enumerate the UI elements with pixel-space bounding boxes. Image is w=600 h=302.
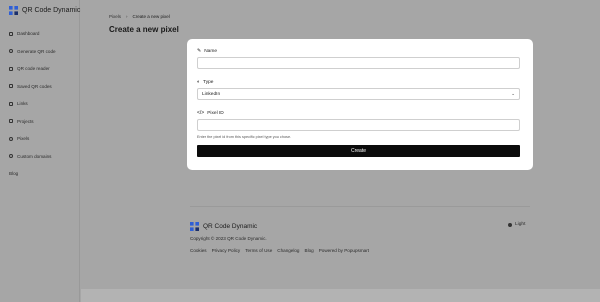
qrcode-icon <box>9 84 13 89</box>
footer-link-terms-of-use[interactable]: Terms of Use <box>245 248 272 253</box>
brand[interactable]: QR Code Dynamic <box>9 6 80 15</box>
theme-toggle[interactable]: Light <box>508 222 525 227</box>
type-selected-value: LinkedIn <box>202 91 221 97</box>
breadcrumb-parent[interactable]: Pixels <box>109 14 121 19</box>
footer-brand[interactable]: QR Code Dynamic <box>190 222 257 231</box>
copyright: Copyright © 2023 QR Code Dynamic. <box>190 236 267 241</box>
name-input[interactable] <box>197 57 520 69</box>
sidebar: QR Code Dynamic Dashboard Generate QR co… <box>0 0 80 302</box>
sidebar-item-generate-qr-code[interactable]: Generate QR code <box>0 43 80 61</box>
globe-icon <box>9 154 13 159</box>
sidebar-item-saved-qr-codes[interactable]: Saved QR codes <box>0 78 80 96</box>
settings-icon <box>9 49 13 54</box>
sidebar-item-label: Blog <box>9 171 19 177</box>
sidebar-item-label: Links <box>17 101 28 107</box>
page-bottom <box>81 289 600 302</box>
sidebar-item-dashboard[interactable]: Dashboard <box>0 25 80 43</box>
chevron-down-icon: ⌄ <box>511 91 515 96</box>
projects-icon <box>9 119 13 124</box>
pixel-id-label: </> Pixel ID <box>197 110 520 116</box>
sidebar-item-pixels[interactable]: Pixels <box>0 130 80 148</box>
pixel-id-help-text: Enter the pixel id from this specific pi… <box>197 135 292 139</box>
create-pixel-card: ✎ Name ◐ Type LinkedIn ⌄ </> Pixel ID Enter … <box>187 39 533 170</box>
footer-link-blog[interactable]: Blog <box>305 248 314 253</box>
sidebar-item-label: Dashboard <box>17 31 40 37</box>
pixel-id-label-text: Pixel ID <box>207 110 224 116</box>
sidebar-item-links[interactable]: Links <box>0 95 80 113</box>
scan-icon <box>9 66 13 71</box>
sidebar-item-label: Generate QR code <box>17 48 56 54</box>
signature-icon: ✎ <box>197 47 202 54</box>
breadcrumb-separator: › <box>126 14 128 19</box>
footer-link-changelog[interactable]: Changelog <box>277 248 299 253</box>
sidebar-item-label: Projects <box>17 118 34 124</box>
type-label: ◐ Type <box>197 79 520 85</box>
footer-link-powered-by[interactable]: Powered by Popupsmart <box>319 248 369 253</box>
sidebar-item-qr-code-reader[interactable]: QR code reader <box>0 60 80 78</box>
adjust-icon: ◐ <box>197 78 201 85</box>
type-label-text: Type <box>203 79 214 85</box>
footer-link-cookies[interactable]: Cookies <box>190 248 207 253</box>
pixel-id-input[interactable] <box>197 119 520 131</box>
breadcrumb: Pixels › Create a new pixel <box>109 14 170 19</box>
name-label-text: Name <box>204 48 217 54</box>
footer-divider <box>190 206 530 207</box>
create-button[interactable]: Create <box>197 145 520 157</box>
sun-icon <box>508 222 512 227</box>
pixel-icon <box>9 136 13 141</box>
name-label: ✎ Name <box>197 48 520 54</box>
sidebar-item-label: Saved QR codes <box>17 83 52 89</box>
footer-links: Cookies Privacy Policy Terms of Use Chan… <box>190 248 369 253</box>
create-pixel-form: ✎ Name ◐ Type LinkedIn ⌄ </> Pixel ID Enter … <box>197 48 520 157</box>
brand-name: QR Code Dynamic <box>22 7 81 14</box>
sidebar-item-custom-domains[interactable]: Custom domains <box>0 148 80 166</box>
link-icon <box>9 101 13 106</box>
footer-brand-name: QR Code Dynamic <box>203 223 258 230</box>
page-title: Create a new pixel <box>109 25 179 34</box>
sidebar-nav: Dashboard Generate QR code QR code reade… <box>0 25 80 183</box>
theme-label: Light <box>515 222 526 227</box>
sidebar-item-projects[interactable]: Projects <box>0 113 80 131</box>
sidebar-item-blog[interactable]: Blog <box>0 165 80 183</box>
type-select[interactable]: LinkedIn ⌄ <box>197 88 520 100</box>
logo-icon <box>190 222 199 231</box>
code-icon: </> <box>197 109 205 116</box>
sidebar-item-label: Custom domains <box>17 153 52 159</box>
sidebar-item-label: QR code reader <box>17 66 50 72</box>
footer-link-privacy-policy[interactable]: Privacy Policy <box>212 248 241 253</box>
sidebar-item-label: Pixels <box>17 136 30 142</box>
grid-icon <box>9 31 13 36</box>
breadcrumb-current: Create a new pixel <box>132 14 170 19</box>
logo-icon <box>9 6 18 15</box>
